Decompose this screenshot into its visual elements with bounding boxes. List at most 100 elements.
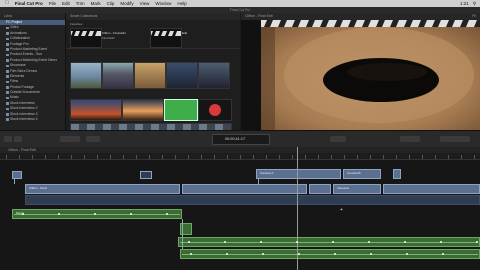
ruler-tick	[45, 155, 46, 159]
clip-thumbnail[interactable]	[198, 62, 230, 89]
connected-clip[interactable]: Camera A	[256, 169, 341, 179]
event-icon	[6, 32, 9, 35]
menu-modify[interactable]: Modify	[117, 0, 136, 7]
menu-edit[interactable]: Edit	[59, 0, 73, 7]
ruler-tick	[318, 155, 319, 159]
primary-audio-waveform[interactable]	[25, 195, 480, 205]
volume-line[interactable]	[14, 214, 180, 215]
clip-thumbnail[interactable]	[122, 99, 164, 121]
keyframe[interactable]	[406, 253, 408, 255]
keyframe[interactable]	[260, 241, 262, 243]
clip-thumbnail[interactable]	[102, 62, 134, 89]
keyframe[interactable]	[368, 241, 370, 243]
menu-mark[interactable]: Mark	[88, 0, 104, 7]
ruler-tick	[357, 155, 358, 159]
clip-thumbnail[interactable]	[134, 62, 166, 89]
keyframe[interactable]	[188, 241, 190, 243]
ruler-tick	[240, 155, 241, 159]
menu-clip[interactable]: Clip	[104, 0, 118, 7]
clip-thumbnail[interactable]	[70, 99, 122, 121]
project-name: Clifton - Final Edit	[102, 31, 126, 35]
project-thumbnail-2[interactable]	[150, 28, 182, 48]
connected-clip[interactable]	[12, 171, 22, 179]
skimmer-cursor: +	[340, 207, 343, 213]
ruler-tick	[58, 155, 59, 159]
keyword-button[interactable]	[14, 136, 22, 142]
effects-button[interactable]	[400, 136, 420, 142]
timeline-ruler[interactable]	[0, 153, 480, 160]
event-icon	[6, 91, 9, 95]
clip-thumbnail[interactable]	[166, 62, 198, 89]
keyframe[interactable]	[58, 213, 60, 215]
keyframe[interactable]	[224, 241, 226, 243]
playhead[interactable]	[297, 147, 298, 270]
sidebar-item-label: Outside Documents	[10, 90, 40, 95]
ruler-tick	[162, 155, 163, 159]
clip-label: Clifton - Final	[29, 186, 47, 190]
keyframe[interactable]	[130, 213, 132, 215]
ruler-tick	[409, 155, 410, 159]
enhance-button[interactable]	[330, 136, 346, 142]
keyframe[interactable]	[332, 241, 334, 243]
primary-video-clip[interactable]	[309, 184, 331, 194]
clip-thumbnail[interactable]	[70, 62, 102, 89]
apple-icon[interactable]: 	[0, 0, 12, 7]
event-icon	[6, 37, 9, 41]
primary-video-clip[interactable]	[383, 184, 480, 194]
sidebar-item-label: Film Store Demos	[10, 68, 38, 73]
keyframe[interactable]	[94, 213, 96, 215]
menu-view[interactable]: View	[137, 0, 153, 7]
spotlight-icon[interactable]: ⚲	[473, 0, 476, 7]
menu-trim[interactable]: Trim	[73, 0, 88, 7]
viewer-frame[interactable]	[261, 20, 480, 130]
dashboard-timecode[interactable]: 00:00:41:17	[212, 134, 270, 145]
keyframe[interactable]	[226, 253, 228, 255]
menu-window[interactable]: Window	[152, 0, 174, 7]
clip-thumbnail-selected[interactable]	[164, 99, 198, 121]
media-browser-button[interactable]	[440, 136, 470, 142]
ruler-tick	[97, 155, 98, 159]
project-thumbnail[interactable]	[70, 28, 102, 48]
ruler-tick	[344, 155, 345, 159]
edit-buttons[interactable]	[60, 136, 80, 142]
connection-line	[182, 219, 183, 249]
keyframe[interactable]	[298, 253, 300, 255]
keyframe[interactable]	[442, 253, 444, 255]
event-browser: Smart Collections Favorites Clifton - Fi…	[66, 13, 240, 134]
tool-select[interactable]	[86, 136, 100, 142]
sidebar-item-label: Stock Interviews	[10, 100, 35, 105]
primary-video-clip[interactable]: Clifton - Final	[25, 184, 180, 194]
connection-line	[14, 179, 15, 184]
sidebar-item[interactable]: Stock Interviews 4	[0, 117, 65, 122]
primary-video-clip[interactable]: Interview	[333, 184, 381, 194]
keyframe[interactable]	[404, 241, 406, 243]
ruler-tick	[123, 155, 124, 159]
keyframe[interactable]	[440, 241, 442, 243]
menu-app[interactable]: Final Cut Pro	[12, 0, 46, 7]
clip-label: Camera A	[260, 171, 274, 175]
browser-filter[interactable]: Favorites	[70, 22, 82, 26]
sidebar-item-label: Product Marketing Event Demo	[10, 57, 58, 62]
menu-bar:  Final Cut Pro File Edit Trim Mark Clip…	[0, 0, 480, 7]
menu-help[interactable]: Help	[174, 0, 189, 7]
connected-clip[interactable]	[393, 169, 401, 179]
ruler-tick	[6, 155, 7, 159]
menu-file[interactable]: File	[46, 0, 59, 7]
primary-video-clip[interactable]	[182, 184, 307, 194]
clip-thumbnail[interactable]	[198, 99, 232, 121]
keyframe[interactable]	[334, 253, 336, 255]
timeline[interactable]: Clifton - Final Edit Camera A Camera B C…	[0, 147, 480, 270]
ruler-tick	[396, 155, 397, 159]
viewer-zoom[interactable]: Fit	[472, 13, 480, 20]
import-button[interactable]	[4, 136, 12, 142]
keyframe[interactable]	[296, 241, 298, 243]
ruler-tick	[188, 155, 189, 159]
keyframe[interactable]	[22, 213, 24, 215]
connected-clip[interactable]: Camera B	[343, 169, 381, 179]
keyframe[interactable]	[476, 241, 478, 243]
keyframe[interactable]	[190, 253, 192, 255]
keyframe[interactable]	[262, 253, 264, 255]
keyframe[interactable]	[166, 213, 168, 215]
keyframe[interactable]	[370, 253, 372, 255]
connected-clip[interactable]	[140, 171, 152, 179]
